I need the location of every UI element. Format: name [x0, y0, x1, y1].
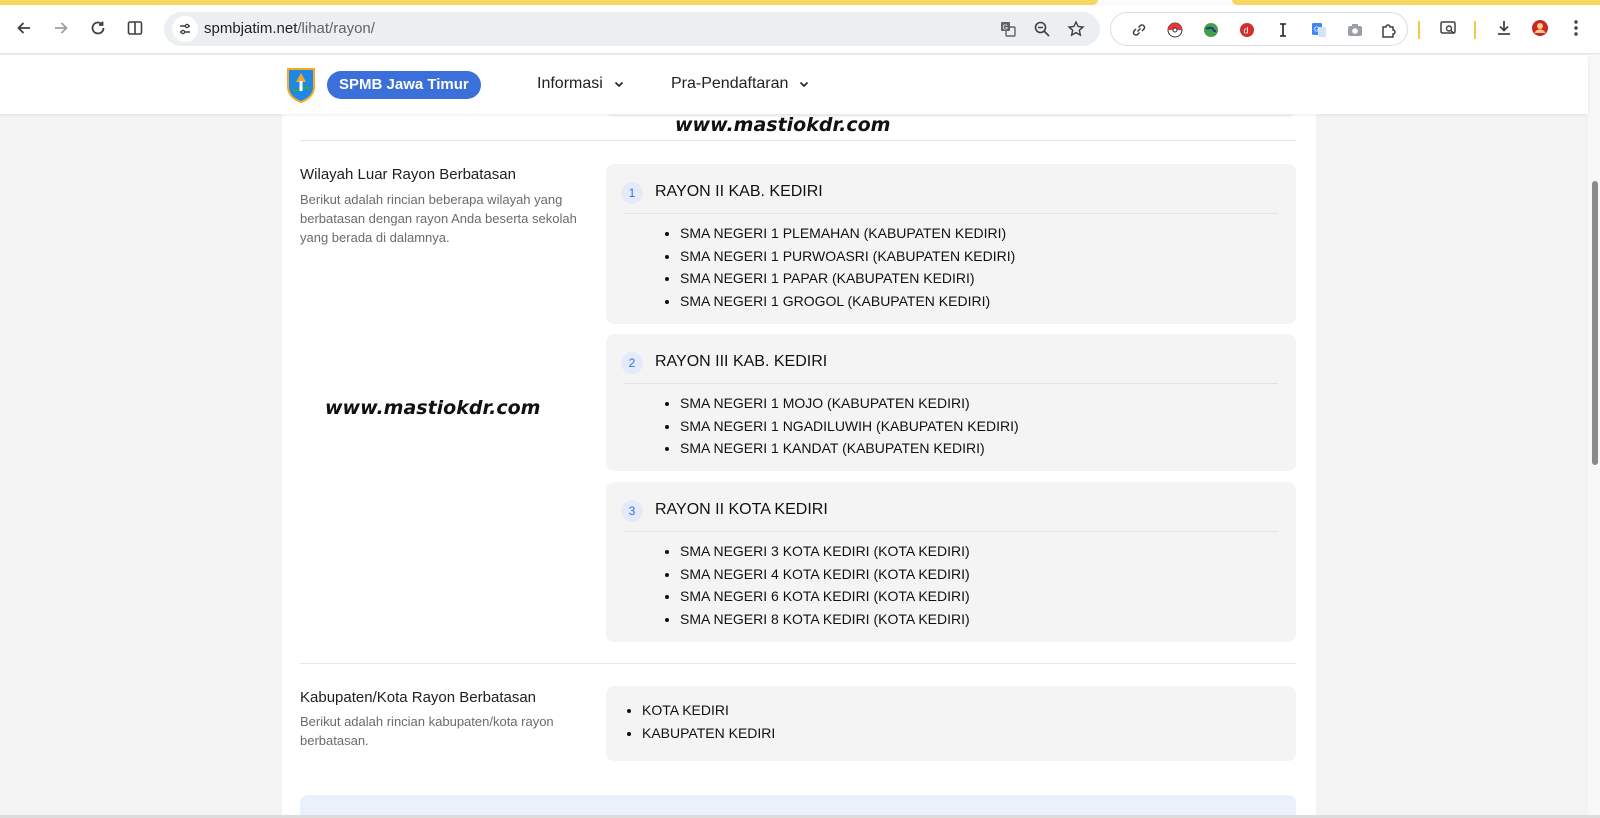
svg-text:G: G — [1003, 25, 1008, 32]
page-viewport: SPMB Jawa Timur Informasi Pra-Pendaftara… — [0, 55, 1600, 818]
url-host: spmbjatim.net — [204, 20, 298, 37]
watermark-top: www.mastiokdr.com — [675, 114, 891, 136]
zoom-icon[interactable] — [1030, 17, 1054, 41]
rayon-card: 3 RAYON II KOTA KEDIRI SMA NEGERI 3 KOTA… — [606, 482, 1296, 642]
globe-extension-icon[interactable] — [1199, 18, 1223, 42]
bookmark-star-icon[interactable] — [1064, 17, 1088, 41]
card-divider — [624, 383, 1278, 384]
school-item: SMA NEGERI 1 NGADILUWIH (KABUPATEN KEDIR… — [680, 415, 1019, 438]
school-list: SMA NEGERI 3 KOTA KEDIRI (KOTA KEDIRI) S… — [680, 540, 970, 630]
kabupaten-title: Kabupaten/Kota Rayon Berbatasan — [300, 689, 537, 706]
extensions-bar: d G — [1110, 12, 1408, 46]
kabupaten-list: KOTA KEDIRI KABUPATEN KEDIRI — [642, 699, 775, 744]
school-item: SMA NEGERI 6 KOTA KEDIRI (KOTA KEDIRI) — [680, 585, 970, 608]
school-item: SMA NEGERI 1 KANDAT (KABUPATEN KEDIRI) — [680, 437, 1019, 460]
section-divider — [300, 663, 1296, 664]
pokeball-extension-icon[interactable] — [1163, 18, 1187, 42]
site-info-icon[interactable] — [172, 16, 198, 42]
google-translate-extension-icon[interactable]: G — [1307, 18, 1331, 42]
kabupaten-card: KOTA KEDIRI KABUPATEN KEDIRI — [606, 686, 1296, 761]
rayon-card: 1 RAYON II KAB. KEDIRI SMA NEGERI 1 PLEM… — [606, 164, 1296, 324]
more-menu-icon[interactable] — [1560, 12, 1592, 44]
kabupaten-item: KOTA KEDIRI — [642, 699, 775, 722]
school-item: SMA NEGERI 1 PURWOASRI (KABUPATEN KEDIRI… — [680, 245, 1015, 268]
split-view-icon[interactable] — [119, 12, 151, 44]
link-extension-icon[interactable] — [1127, 18, 1151, 42]
svg-text:d: d — [1244, 26, 1249, 36]
jatim-logo-icon[interactable] — [286, 65, 316, 104]
url-text[interactable]: spmbjatim.net/lihat/rayon/ — [204, 20, 375, 37]
menu-pra-pendaftaran[interactable]: Pra-Pendaftaran — [671, 75, 810, 93]
forward-icon[interactable] — [45, 12, 77, 44]
wilayah-title: Wilayah Luar Rayon Berbatasan — [300, 166, 516, 183]
school-item: SMA NEGERI 8 KOTA KEDIRI (KOTA KEDIRI) — [680, 608, 970, 631]
school-item: SMA NEGERI 1 GROGOL (KABUPATEN KEDIRI) — [680, 290, 1015, 313]
school-item: SMA NEGERI 3 KOTA KEDIRI (KOTA KEDIRI) — [680, 540, 970, 563]
download-icon[interactable] — [1488, 12, 1520, 44]
scrollbar-thumb[interactable] — [1592, 181, 1598, 465]
card-divider — [624, 213, 1278, 214]
school-item: SMA NEGERI 1 PAPAR (KABUPATEN KEDIRI) — [680, 267, 1015, 290]
school-list: SMA NEGERI 1 PLEMAHAN (KABUPATEN KEDIRI)… — [680, 222, 1015, 312]
card-divider — [624, 531, 1278, 532]
rayon-title: RAYON II KAB. KEDIRI — [655, 183, 823, 200]
rayon-number-badge: 2 — [621, 352, 643, 374]
rayon-title: RAYON III KAB. KEDIRI — [655, 353, 828, 370]
kabupaten-item: KABUPATEN KEDIRI — [642, 722, 775, 745]
tab-search-icon[interactable] — [1432, 12, 1464, 44]
school-item: SMA NEGERI 4 KOTA KEDIRI (KOTA KEDIRI) — [680, 563, 970, 586]
red-circle-extension-icon[interactable]: d — [1235, 18, 1259, 42]
site-header: SPMB Jawa Timur Informasi Pra-Pendaftara… — [0, 55, 1588, 114]
toolbar-separator — [1474, 21, 1476, 39]
url-path: /lihat/rayon/ — [297, 20, 375, 37]
address-bar[interactable]: spmbjatim.net/lihat/rayon/ G — [164, 12, 1100, 46]
menu-informasi-label: Informasi — [537, 75, 603, 92]
puzzle-extensions-icon[interactable] — [1377, 18, 1401, 42]
back-icon[interactable] — [8, 12, 40, 44]
toolbar-separator — [1418, 21, 1420, 39]
menu-pra-pendaftaran-label: Pra-Pendaftaran — [671, 75, 789, 92]
kabupaten-description: Berikut adalah rincian kabupaten/kota ra… — [300, 714, 554, 748]
reload-icon[interactable] — [82, 12, 114, 44]
rayon-number-badge: 3 — [621, 500, 643, 522]
translate-icon[interactable]: G — [996, 17, 1020, 41]
rayon-title: RAYON II KOTA KEDIRI — [655, 501, 828, 518]
watermark-middle: www.mastiokdr.com — [325, 397, 541, 419]
text-cursor-extension-icon[interactable] — [1271, 18, 1295, 42]
chevron-down-icon — [614, 81, 623, 88]
section-divider — [300, 140, 1296, 141]
school-item: SMA NEGERI 1 PLEMAHAN (KABUPATEN KEDIRI) — [680, 222, 1015, 245]
profile-avatar-icon[interactable] — [1524, 12, 1556, 44]
brand-pill[interactable]: SPMB Jawa Timur — [327, 71, 481, 99]
menu-informasi[interactable]: Informasi — [537, 75, 625, 93]
school-list: SMA NEGERI 1 MOJO (KABUPATEN KEDIRI) SMA… — [680, 392, 1019, 460]
browser-toolbar: spmbjatim.net/lihat/rayon/ G d G — [0, 6, 1600, 54]
rayon-card: 2 RAYON III KAB. KEDIRI SMA NEGERI 1 MOJ… — [606, 334, 1296, 471]
camera-extension-icon[interactable] — [1343, 18, 1367, 42]
active-tab-highlight — [0, 0, 1098, 5]
tab-highlight — [1232, 0, 1600, 5]
school-item: SMA NEGERI 1 MOJO (KABUPATEN KEDIRI) — [680, 392, 1019, 415]
wilayah-description: Berikut adalah rincian beberapa wilayah … — [300, 192, 577, 245]
svg-text:G: G — [1314, 27, 1319, 34]
chevron-down-icon — [800, 81, 809, 88]
rayon-number-badge: 1 — [621, 182, 643, 204]
